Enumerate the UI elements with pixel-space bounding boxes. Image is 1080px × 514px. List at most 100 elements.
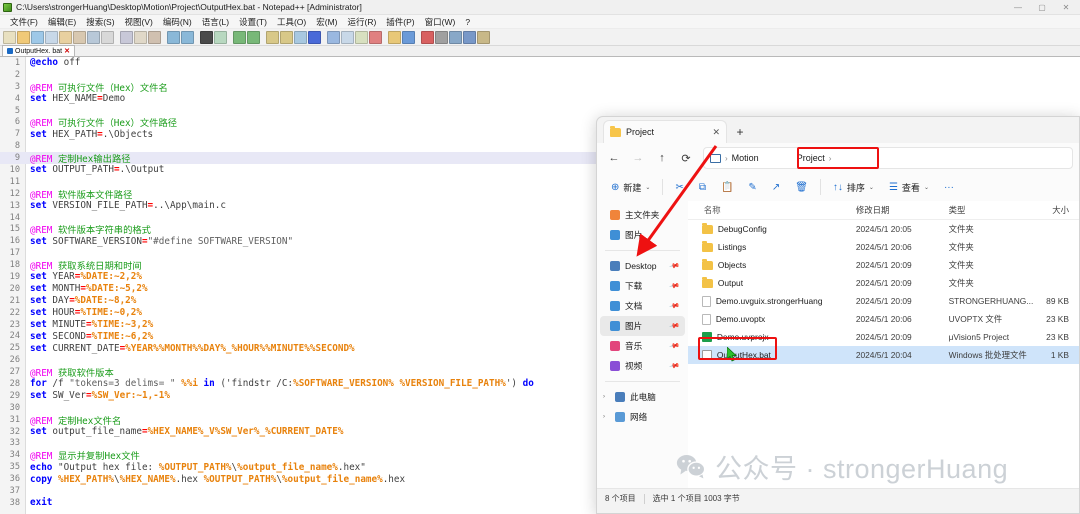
toolbar-paste-button[interactable]: 📋: [715, 176, 739, 198]
file-row[interactable]: Output 2024/5/1 20:09 文件夹: [688, 274, 1079, 292]
sidebar-item-2[interactable]: Desktop 📌: [600, 256, 685, 276]
minimize-button[interactable]: —: [1006, 0, 1030, 15]
toolbar-button-16[interactable]: [200, 30, 213, 44]
forward-button[interactable]: →: [627, 147, 649, 169]
toolbar-button-0[interactable]: [3, 30, 16, 44]
sidebar-item-5[interactable]: 图片 📌: [600, 316, 685, 336]
toolbar-button-6[interactable]: [87, 30, 100, 44]
toolbar-button-28[interactable]: [341, 30, 354, 44]
toolbar-button-39[interactable]: [477, 30, 490, 44]
toolbar-button-32[interactable]: [388, 30, 401, 44]
toolbar-button-13[interactable]: [167, 30, 180, 44]
toolbar-more-button[interactable]: ···: [938, 176, 960, 198]
chevron-right-icon[interactable]: ›: [603, 414, 610, 420]
chevron-down-icon[interactable]: ⌄: [869, 184, 874, 191]
up-button[interactable]: ↑: [651, 147, 673, 169]
pin-icon[interactable]: 📌: [669, 260, 681, 272]
tab-close-icon[interactable]: ✕: [64, 47, 70, 55]
sidebar-item-0[interactable]: 主文件夹: [600, 205, 685, 225]
toolbar-sort-button[interactable]: ↑↓ 排序 ⌄: [827, 176, 880, 198]
toolbar-button-23[interactable]: [280, 30, 293, 44]
toolbar-copy-button[interactable]: ⧉: [693, 176, 712, 198]
sidebar-item-6[interactable]: 音乐 📌: [600, 336, 685, 356]
column-header-3[interactable]: 大小: [1035, 204, 1079, 216]
toolbar-button-20[interactable]: [247, 30, 260, 44]
breadcrumb-item-motion[interactable]: Motion: [732, 153, 759, 163]
toolbar-button-35[interactable]: [421, 30, 434, 44]
toolbar-share-button[interactable]: ↗: [766, 176, 786, 198]
close-button[interactable]: ✕: [1054, 0, 1078, 15]
toolbar-button-33[interactable]: [402, 30, 415, 44]
file-row[interactable]: Listings 2024/5/1 20:06 文件夹: [688, 238, 1079, 256]
toolbar-button-9[interactable]: [120, 30, 133, 44]
menu-item-4[interactable]: 编码(N): [158, 16, 197, 28]
toolbar-button-29[interactable]: [355, 30, 368, 44]
code-line-4[interactable]: 4 set HEX_NAME=Demo: [0, 93, 1080, 105]
toolbar-button-38[interactable]: [463, 30, 476, 44]
pin-icon[interactable]: 📌: [669, 340, 681, 352]
file-row[interactable]: Demo.uvguix.strongerHuang 2024/5/1 20:09 S…: [688, 292, 1079, 310]
pin-icon[interactable]: 📌: [669, 360, 681, 372]
sidebar-item-1[interactable]: 图片: [600, 225, 685, 245]
toolbar-button-25[interactable]: [308, 30, 321, 44]
breadcrumb-item-project[interactable]: Project: [797, 153, 825, 163]
explorer-tab-close-icon[interactable]: ✕: [712, 127, 720, 138]
editor-tab-outputhex[interactable]: OutputHex. bat ✕: [2, 45, 75, 56]
pin-icon[interactable]: 📌: [669, 320, 681, 332]
toolbar-rename-button[interactable]: ✎: [742, 176, 762, 198]
menu-item-8[interactable]: 宏(M): [311, 16, 342, 28]
menu-item-6[interactable]: 设置(T): [234, 16, 272, 28]
toolbar-button-3[interactable]: [45, 30, 58, 44]
sidebar-item-9[interactable]: › 网络: [600, 407, 685, 427]
toolbar-new-button[interactable]: ⊕ 新建 ⌄: [605, 176, 656, 198]
toolbar-button-11[interactable]: [148, 30, 161, 44]
file-list[interactable]: 名称 修改日期 类型 大小 DebugConfig 2024/5/1 20:05 文件夹 L…: [687, 201, 1079, 488]
toolbar-button-1[interactable]: [17, 30, 30, 44]
pin-icon[interactable]: 📌: [669, 280, 681, 292]
column-header-2[interactable]: 类型: [949, 204, 1036, 216]
toolbar-button-27[interactable]: [327, 30, 340, 44]
maximize-button[interactable]: ▢: [1030, 0, 1054, 15]
menu-item-5[interactable]: 语言(L): [197, 16, 234, 28]
file-row[interactable]: OutputHex.bat 2024/5/1 20:04 Windows 批处理文件…: [687, 346, 1079, 364]
sidebar-item-8[interactable]: › 此电脑: [600, 387, 685, 407]
toolbar-button-5[interactable]: [73, 30, 86, 44]
toolbar-button-14[interactable]: [181, 30, 194, 44]
toolbar-view-button[interactable]: ☰ 查看 ⌄: [883, 176, 935, 198]
toolbar-delete-button[interactable]: 🗑: [789, 176, 814, 198]
toolbar-button-19[interactable]: [233, 30, 246, 44]
sidebar-item-7[interactable]: 视频 📌: [600, 356, 685, 376]
toolbar-button-10[interactable]: [134, 30, 147, 44]
breadcrumb[interactable]: › Motion Project ›: [703, 147, 1073, 169]
code-line-1[interactable]: 1 @echo off: [0, 57, 1080, 69]
chevron-right-icon[interactable]: ›: [603, 394, 610, 400]
pin-icon[interactable]: 📌: [669, 300, 681, 312]
toolbar-button-17[interactable]: [214, 30, 227, 44]
menu-item-7[interactable]: 工具(O): [272, 16, 311, 28]
toolbar-button-22[interactable]: [266, 30, 279, 44]
toolbar-cut-button[interactable]: ✂: [669, 176, 689, 198]
toolbar-button-4[interactable]: [59, 30, 72, 44]
file-row[interactable]: Demo.uvoptx 2024/5/1 20:06 UVOPTX 文件 23 KB: [688, 310, 1079, 328]
code-line-3[interactable]: 3 @REM 可执行文件（Hex）文件名: [0, 81, 1080, 94]
file-row[interactable]: Demo.uvprojx 2024/5/1 20:09 μVision5 Proje…: [688, 328, 1079, 346]
column-header-0[interactable]: 名称: [688, 204, 856, 216]
menu-item-0[interactable]: 文件(F): [5, 16, 43, 28]
menu-item-9[interactable]: 运行(R): [342, 16, 381, 28]
toolbar-button-24[interactable]: [294, 30, 307, 44]
chevron-down-icon[interactable]: ⌄: [924, 184, 929, 191]
menu-item-3[interactable]: 视图(V): [120, 16, 158, 28]
menu-item-12[interactable]: ?: [460, 17, 475, 27]
sidebar-item-3[interactable]: 下载 📌: [600, 276, 685, 296]
file-row[interactable]: DebugConfig 2024/5/1 20:05 文件夹: [688, 220, 1079, 238]
refresh-button[interactable]: ⟳: [675, 147, 697, 169]
menu-item-2[interactable]: 搜索(S): [81, 16, 119, 28]
toolbar-button-36[interactable]: [435, 30, 448, 44]
menu-item-10[interactable]: 插件(P): [381, 16, 419, 28]
toolbar-button-7[interactable]: [101, 30, 114, 44]
menu-item-11[interactable]: 窗口(W): [420, 16, 461, 28]
explorer-tab-project[interactable]: Project ✕: [603, 120, 727, 143]
menu-item-1[interactable]: 编辑(E): [43, 16, 81, 28]
toolbar-button-37[interactable]: [449, 30, 462, 44]
sidebar-item-4[interactable]: 文档 📌: [600, 296, 685, 316]
